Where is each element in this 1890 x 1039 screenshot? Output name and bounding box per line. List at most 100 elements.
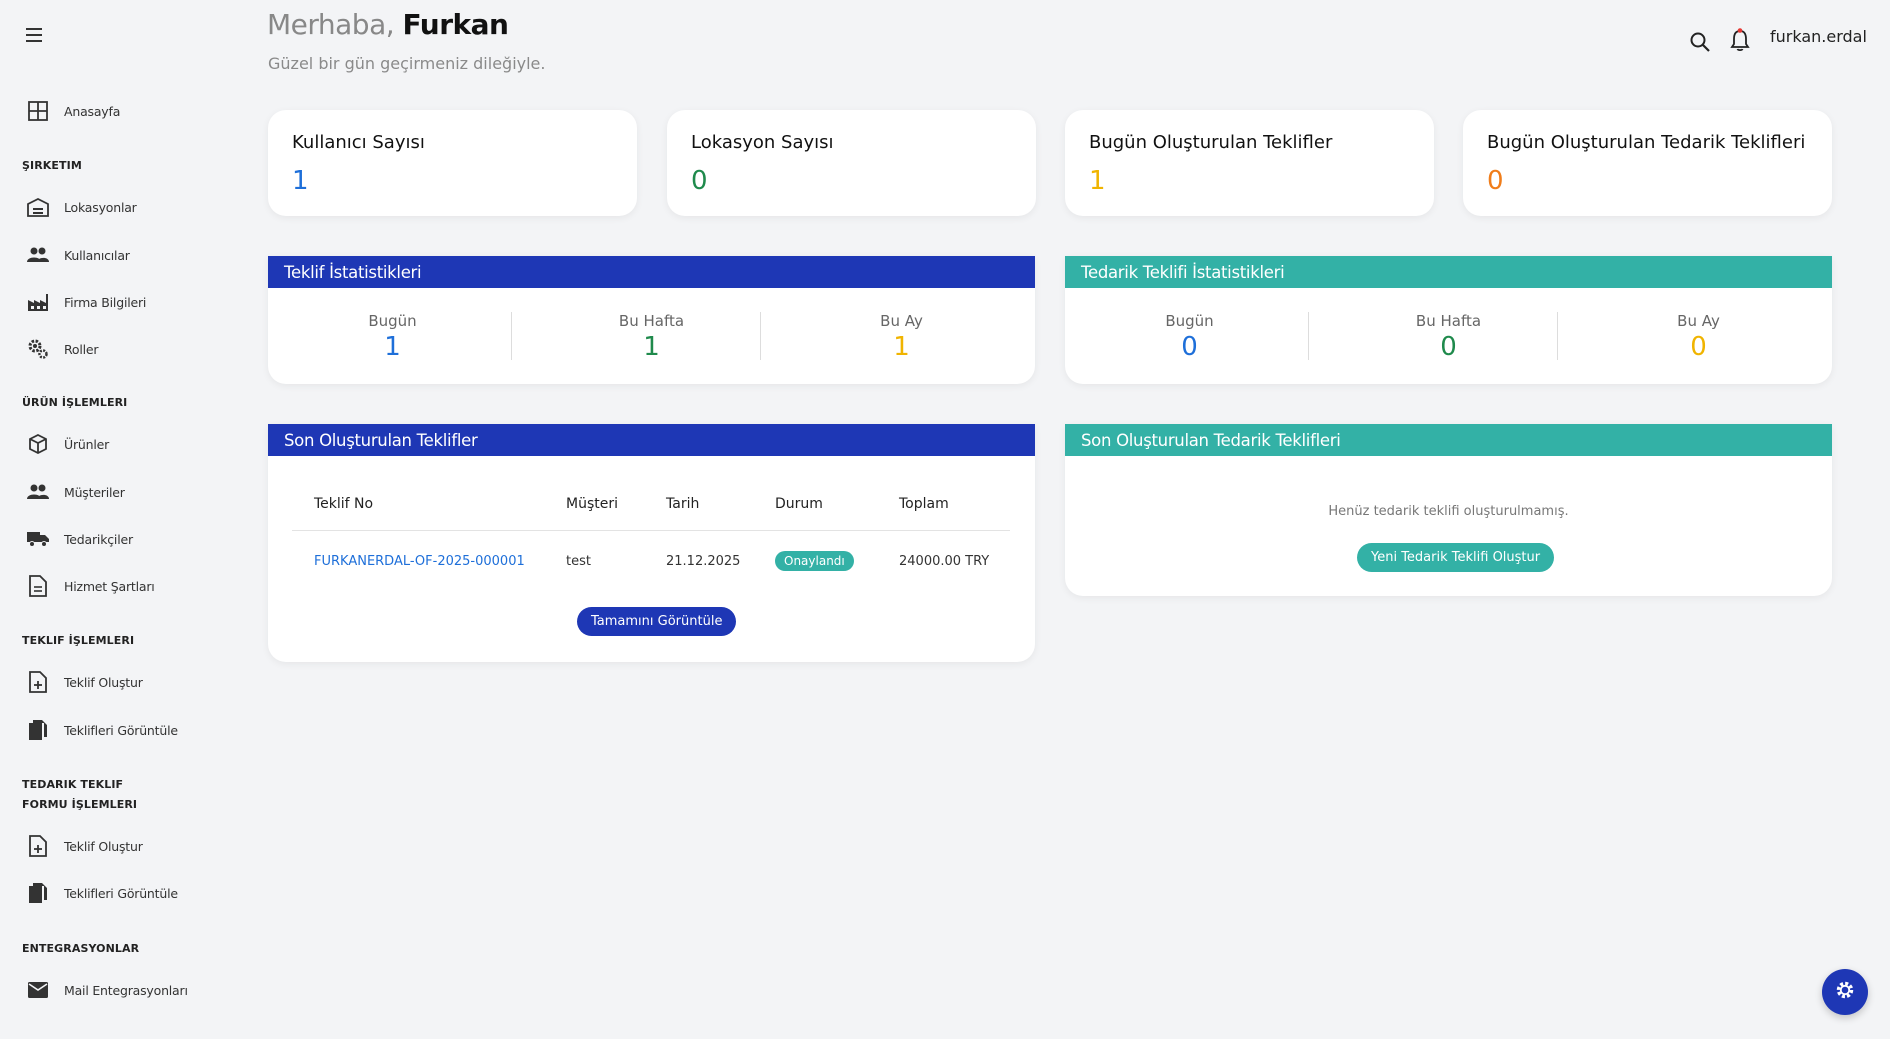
sidebar-item-home[interactable]: Anasayfa [26,96,120,126]
document-icon [26,574,50,598]
divider [1557,312,1558,360]
recent-offers-panel: Son Oluşturulan Teklifler Teklif No Müşt… [268,424,1035,662]
column-header-customer: Müşteri [566,496,618,512]
offer-customer: test [566,554,591,569]
sidebar-item-label: Teklif Oluştur [64,674,143,690]
truck-icon [26,527,50,551]
stat-label: Bu Hafta [618,312,685,330]
stat-this-month: Bu Ay 0 [1574,312,1823,362]
files-icon [26,881,50,905]
status-badge: Onaylandı [775,551,854,571]
gears-icon [26,337,50,361]
column-header-total: Toplam [899,496,949,512]
offer-no-link[interactable]: FURKANERDAL-OF-2025-000001 [314,554,525,569]
stat-value: 0 [1690,332,1707,362]
warehouse-icon [26,195,50,219]
sidebar-item-label: Lokasyonlar [64,199,137,215]
column-header-offer-no: Teklif No [314,496,374,512]
sidebar-item-roles[interactable]: Roller [26,334,99,364]
stat-card-today-supply-offers: Bugün Oluşturulan Tedarik Teklifleri 0 [1463,110,1832,216]
users-icon [26,243,50,267]
panel-title: Son Oluşturulan Tedarik Teklifleri [1065,424,1832,456]
stat-card-today-offers: Bugün Oluşturulan Teklifler 1 [1065,110,1434,216]
view-all-offers-button[interactable]: Tamamını Görüntüle [577,607,737,636]
stat-label: Bu Hafta [1415,312,1482,330]
stat-card-locations: Lokasyon Sayısı 0 [667,110,1036,216]
page-title: Merhaba, Furkan [267,8,509,41]
panel-title: Tedarik Teklifi İstatistikleri [1065,256,1832,288]
grid-icon [26,99,50,123]
factory-icon [26,290,50,314]
empty-state-text: Henüz tedarik teklifi oluşturulmamış. [1328,504,1569,519]
column-header-date: Tarih [666,496,700,512]
greeting-user-name: Furkan [402,8,509,41]
divider [511,312,512,360]
stat-label: Bu Ay [1677,312,1720,330]
notification-bell-icon[interactable] [1730,28,1750,56]
sidebar-item-mail-integrations[interactable]: Mail Entegrasyonları [26,975,188,1005]
page-subtitle: Güzel bir gün geçirmeniz dileğiyle. [268,54,546,73]
stat-this-week: Bu Hafta 0 [1324,312,1573,362]
sidebar-item-locations[interactable]: Lokasyonlar [26,192,137,222]
card-value: 0 [1487,166,1504,196]
section-title-supply-offers: TEDARIK TEKLIF FORMU İŞLEMLERI [22,778,138,811]
recent-supply-offers-panel: Son Oluşturulan Tedarik Teklifleri Henüz… [1065,424,1832,596]
sidebar-item-create-supply-offer[interactable]: Teklif Oluştur [26,831,143,861]
panel-title: Teklif İstatistikleri [268,256,1035,288]
card-title: Lokasyon Sayısı [691,132,834,153]
settings-fab[interactable] [1822,969,1868,1015]
sidebar-item-company-info[interactable]: Firma Bilgileri [26,287,146,317]
sidebar-item-view-offers[interactable]: Teklifleri Görüntüle [26,715,178,745]
new-supply-offer-button[interactable]: Yeni Tedarik Teklifi Oluştur [1357,543,1555,572]
sidebar-item-label: Teklifleri Görüntüle [64,722,178,738]
stat-label: Bu Ay [880,312,923,330]
gear-icon [1835,980,1855,1004]
card-value: 1 [1089,166,1106,196]
stat-this-month: Bu Ay 1 [777,312,1026,362]
sidebar-item-label: Roller [64,341,99,357]
box-icon [26,432,50,456]
offer-total: 24000.00 TRY [899,554,990,569]
sidebar: Anasayfa ŞIRKETIM Lokasyonlar Kullanıcıl… [0,0,240,1039]
users-icon [26,480,50,504]
panel-title: Son Oluşturulan Teklifler [268,424,1035,456]
sidebar-item-label: Hizmet Şartları [64,578,155,594]
card-title: Bugün Oluşturulan Teklifler [1089,132,1333,153]
search-icon[interactable] [1690,32,1710,56]
sidebar-item-create-offer[interactable]: Teklif Oluştur [26,667,143,697]
greeting-prefix: Merhaba, [267,8,395,41]
menu-toggle-icon[interactable] [26,28,44,42]
sidebar-item-label: Tedarikçiler [64,531,133,547]
sidebar-item-customers[interactable]: Müşteriler [26,477,125,507]
section-title-products: ÜRÜN İŞLEMLERI [22,396,128,409]
user-menu[interactable]: furkan.erdal [1770,27,1867,46]
stat-today: Bugün 1 [268,312,517,362]
card-value: 0 [691,166,708,196]
files-icon [26,718,50,742]
sidebar-item-service-terms[interactable]: Hizmet Şartları [26,571,155,601]
stat-value: 1 [384,332,401,362]
offer-stats-panel: Teklif İstatistikleri Bugün 1 Bu Hafta 1… [268,256,1035,384]
stat-value: 1 [643,332,660,362]
sidebar-item-label: Anasayfa [64,103,121,119]
stat-value: 0 [1181,332,1198,362]
file-plus-icon [26,670,50,694]
sidebar-item-label: Müşteriler [64,484,125,500]
sidebar-item-suppliers[interactable]: Tedarikçiler [26,524,133,554]
stat-label: Bugün [368,312,417,330]
section-title-offers: TEKLIF İŞLEMLERI [22,634,135,647]
sidebar-item-users[interactable]: Kullanıcılar [26,240,130,270]
sidebar-item-label: Kullanıcılar [64,247,130,263]
table-divider [292,530,1010,531]
sidebar-item-label: Mail Entegrasyonları [64,982,188,998]
stat-card-users: Kullanıcı Sayısı 1 [268,110,637,216]
section-title-integrations: ENTEGRASYONLAR [22,942,140,955]
card-title: Bugün Oluşturulan Tedarik Teklifleri [1487,132,1806,153]
supply-stats-panel: Tedarik Teklifi İstatistikleri Bugün 0 B… [1065,256,1832,384]
stat-this-week: Bu Hafta 1 [527,312,776,362]
card-title: Kullanıcı Sayısı [292,132,425,153]
sidebar-item-view-supply-offers[interactable]: Teklifleri Görüntüle [26,878,178,908]
sidebar-item-products[interactable]: Ürünler [26,429,109,459]
sidebar-item-label: Firma Bilgileri [64,294,147,310]
stat-value: 1 [893,332,910,362]
